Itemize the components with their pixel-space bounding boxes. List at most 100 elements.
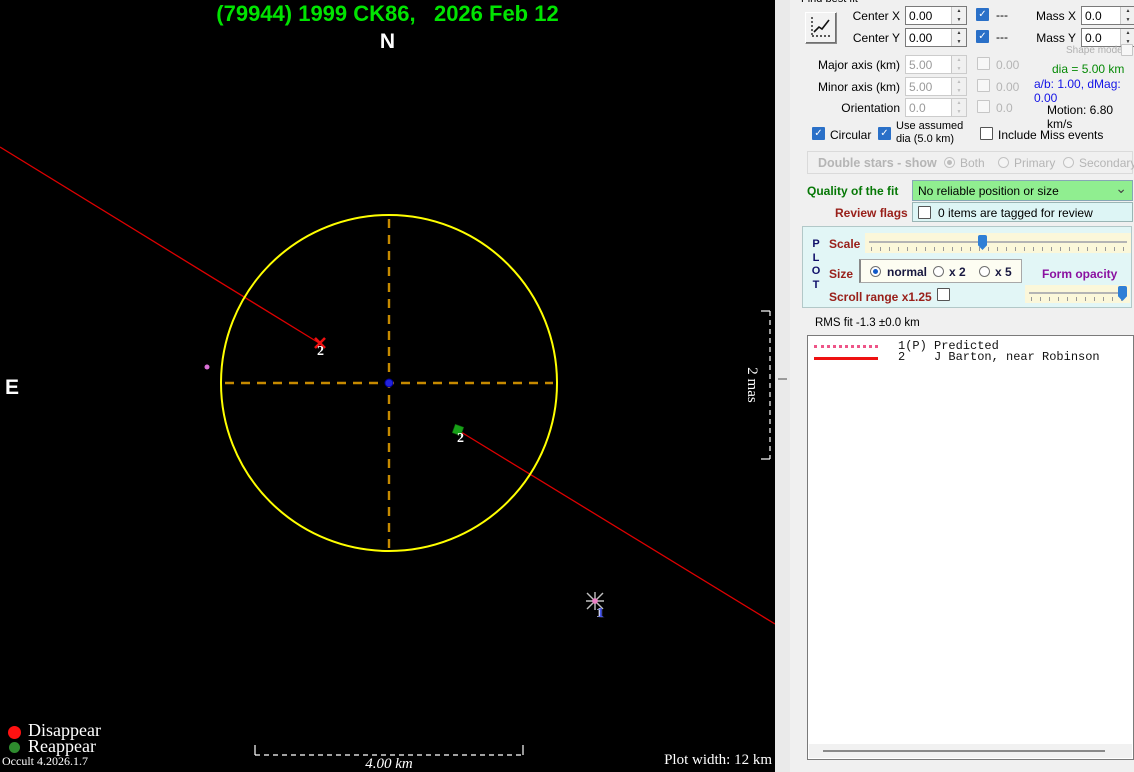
quality-dropdown[interactable]: No reliable position or size ⌄ xyxy=(912,180,1133,201)
check-icon: ✓ xyxy=(814,128,823,139)
chord-list[interactable]: 1(P) Predicted 2 J Barton, near Robinson xyxy=(807,335,1134,760)
ab-dmag-readout: a/b: 1.00, dMag: 0.00 xyxy=(1034,77,1121,105)
center-point xyxy=(384,378,394,388)
center-y-label: Center Y xyxy=(852,31,900,45)
size-x2-radio[interactable] xyxy=(933,266,944,277)
double-secondary-radio xyxy=(1063,157,1074,168)
spin-down-icon: ▼ xyxy=(956,87,962,94)
disappear-chord-number: 2 xyxy=(317,344,324,359)
review-flags-value: 0 items are tagged for review xyxy=(938,206,1093,220)
plot-width-label: Plot width: 12 km xyxy=(664,752,772,768)
chord-line-after xyxy=(460,431,776,625)
circular-checkbox[interactable]: ✓ xyxy=(812,127,825,140)
chord-row-observed: 2 J Barton, near Robinson xyxy=(898,350,1100,364)
spin-down-icon: ▼ xyxy=(956,16,962,23)
hscrollbar-thumb[interactable] xyxy=(823,750,1105,752)
use-assumed-label: Use assumed dia (5.0 km) xyxy=(896,120,964,145)
size-normal-radio[interactable] xyxy=(870,266,881,277)
include-miss-checkbox[interactable] xyxy=(980,127,993,140)
star-number: 1 xyxy=(597,606,604,621)
double-stars-label: Double stars - show xyxy=(818,156,937,170)
double-stars-group: Double stars - show Both Primary Seconda… xyxy=(807,151,1134,174)
review-flags-field: 0 items are tagged for review xyxy=(912,202,1133,222)
panel-splitter[interactable] xyxy=(775,0,790,772)
dia-readout: dia = 5.00 km xyxy=(1052,62,1125,76)
mass-x-label: Mass X xyxy=(1036,9,1077,23)
form-opacity-label: Form opacity xyxy=(1042,267,1118,281)
size-x5-radio[interactable] xyxy=(979,266,990,277)
form-opacity-slider[interactable] xyxy=(1025,285,1130,303)
occultation-plot-area[interactable]: (79944) 1999 CK86, 2026 Feb 12 N E 2 2 1… xyxy=(0,0,776,772)
spin-up-icon: ▲ xyxy=(956,79,962,85)
minor-axis-checkbox xyxy=(977,79,990,92)
field-star-dot xyxy=(204,364,210,370)
mass-x-spinner[interactable]: 0.0 ▲ ▼ xyxy=(1081,6,1134,25)
center-y-fit-checkbox[interactable]: ✓ xyxy=(976,30,989,43)
center-x-fit-checkbox[interactable]: ✓ xyxy=(976,8,989,21)
vertical-scale-label: 2 mas xyxy=(744,367,760,403)
double-primary-radio xyxy=(998,157,1009,168)
major-axis-label: Major axis (km) xyxy=(818,58,901,72)
spin-up-icon: ▲ xyxy=(1125,8,1131,14)
plot-controls-box: P L O T Scale Size normal x 2 x 5 Form o… xyxy=(802,226,1132,308)
orientation-checkbox xyxy=(977,100,990,113)
scale-slider[interactable] xyxy=(865,233,1131,253)
spin-down-icon: ▼ xyxy=(956,108,962,115)
use-assumed-checkbox[interactable]: ✓ xyxy=(878,127,891,140)
scale-bar-label: 4.00 km xyxy=(365,756,413,772)
spin-down-icon: ▼ xyxy=(956,38,962,45)
chevron-down-icon: ⌄ xyxy=(1115,180,1127,196)
spin-up-icon: ▲ xyxy=(956,8,962,14)
major-axis-spinner: 5.00 ▲ ▼ xyxy=(905,55,967,74)
spin-up-icon: ▲ xyxy=(1125,30,1131,36)
east-label: E xyxy=(5,376,20,399)
size-x2-label: x 2 xyxy=(949,265,966,279)
horizontal-scale-bar xyxy=(254,745,524,756)
review-flags-checkbox[interactable] xyxy=(918,206,931,219)
quality-label: Quality of the fit xyxy=(807,184,899,198)
spin-up-icon: ▲ xyxy=(956,30,962,36)
center-x-spinner[interactable]: 0.00 ▲ ▼ xyxy=(905,6,967,25)
reappear-chord-number: 2 xyxy=(457,431,464,446)
center-y-spin-buttons[interactable]: ▲ ▼ xyxy=(951,29,966,46)
spin-down-icon: ▼ xyxy=(956,65,962,72)
double-secondary-label: Secondary xyxy=(1079,156,1134,170)
center-y-spinner[interactable]: 0.00 ▲ ▼ xyxy=(905,28,967,47)
check-icon: ✓ xyxy=(978,9,987,20)
mass-y-label: Mass Y xyxy=(1036,31,1076,45)
double-both-label: Both xyxy=(960,156,985,170)
check-icon: ✓ xyxy=(880,128,889,139)
plot-canvas xyxy=(0,146,776,756)
observed-chord-swatch xyxy=(814,357,878,360)
chord-list-hscrollbar[interactable] xyxy=(809,744,1132,758)
motion-readout: Motion: 6.80 km/s xyxy=(1047,103,1114,131)
size-normal-label: normal xyxy=(887,265,928,279)
shape-model-checkbox[interactable] xyxy=(1121,44,1133,56)
plot-title: (79944) 1999 CK86, 2026 Feb 12 xyxy=(216,1,559,26)
find-best-fit-label: Find best fit xyxy=(801,0,858,5)
reappear-legend-dot xyxy=(9,742,20,753)
star-marker-center xyxy=(592,598,598,604)
spin-up-icon: ▲ xyxy=(956,57,962,63)
size-option-group: normal x 2 x 5 xyxy=(859,259,1022,283)
center-x-spin-buttons[interactable]: ▲ ▼ xyxy=(951,7,966,24)
north-label: N xyxy=(379,30,396,53)
plot-vertical-label: P L O T xyxy=(811,238,821,291)
review-flags-label: Review flags xyxy=(835,206,908,220)
scroll-range-checkbox[interactable] xyxy=(937,288,950,301)
scale-label: Scale xyxy=(829,237,861,251)
size-x5-label: x 5 xyxy=(995,265,1012,279)
fit-control-panel: Find best fit Center X 0.00 ▲▼ ✓ --- Mas… xyxy=(790,0,1134,772)
chord-line-before xyxy=(0,146,320,344)
rms-fit-label: RMS fit -1.3 ±0.0 km xyxy=(815,317,920,329)
predicted-chord-swatch xyxy=(814,345,878,348)
orientation-aux: 0.0 xyxy=(996,101,1013,115)
mass-x-spin-buttons[interactable]: ▲ ▼ xyxy=(1120,7,1134,24)
major-axis-aux: 0.00 xyxy=(996,58,1020,72)
circular-label: Circular xyxy=(830,128,872,142)
spin-down-icon: ▼ xyxy=(1125,16,1131,23)
app-version: Occult 4.2026.1.7 xyxy=(2,754,88,768)
center-x-label: Center X xyxy=(852,9,900,23)
double-both-radio xyxy=(944,157,955,168)
quality-value: No reliable position or size xyxy=(918,184,1059,198)
